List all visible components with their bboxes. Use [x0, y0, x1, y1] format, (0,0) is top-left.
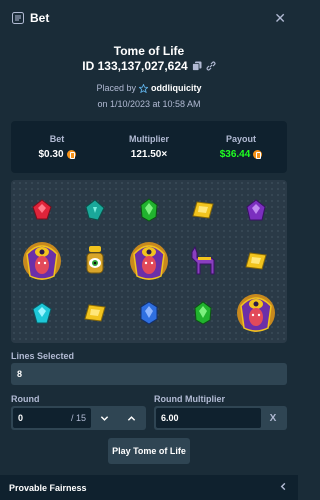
stat-multiplier-label: Multiplier	[129, 134, 169, 144]
lines-selected-value: 8	[17, 369, 23, 379]
chevron-left-icon	[280, 482, 286, 491]
play-game-button[interactable]: Play Tome of Life	[108, 438, 190, 464]
placed-by-label: Placed by	[96, 83, 137, 93]
bet-id: ID 133,137,027,624	[82, 59, 188, 73]
game-name: Tome of Life	[113, 44, 185, 58]
stat-payout-label: Payout	[225, 134, 256, 144]
reel-cell	[15, 236, 69, 288]
round-field: 0 / 15	[11, 406, 146, 430]
close-icon[interactable]: ✕	[274, 10, 286, 27]
bet-stats-panel: Bet $0.30 Multiplier 121.50× Payout $36.…	[11, 121, 287, 173]
reel-cell	[122, 287, 176, 339]
stat-bet-label: Bet	[49, 134, 65, 144]
reel-cell	[176, 236, 230, 288]
reel-grid	[11, 180, 287, 343]
round-total: / 15	[70, 413, 86, 423]
gem-diamond-icon	[85, 199, 106, 221]
cyan-gem-icon	[32, 302, 52, 324]
stat-bet-value-row: $0.30	[38, 149, 76, 160]
link-icon[interactable]	[206, 61, 216, 71]
reel-cell	[69, 184, 123, 236]
reel-cell	[176, 287, 230, 339]
round-value: 0	[18, 413, 24, 423]
blue-gem-icon	[140, 301, 158, 325]
stat-bet: Bet $0.30	[11, 121, 103, 173]
eye-amulet-icon	[86, 246, 104, 274]
lines-selected-field[interactable]: 8	[11, 363, 287, 385]
round-decrement-button[interactable]	[91, 406, 118, 430]
round-label: Round	[11, 394, 40, 404]
yellow-gem-icon	[191, 201, 214, 219]
pharaoh-icon	[237, 294, 276, 333]
jackal-icon	[191, 246, 215, 275]
purple-gem-icon	[246, 199, 266, 221]
provable-fairness-toggle[interactable]: Provable Fairness	[0, 475, 298, 500]
stat-bet-value: $0.30	[38, 149, 64, 160]
username-link[interactable]: oddliquicity	[151, 83, 202, 93]
round-input[interactable]: 0 / 15	[13, 408, 91, 428]
lines-selected-label: Lines Selected	[11, 351, 75, 361]
round-multiplier-field: 6.00 X	[154, 406, 287, 430]
multiplier-x-icon: X	[269, 412, 277, 424]
provable-fairness-label: Provable Fairness	[9, 482, 87, 493]
reel-cell	[229, 287, 283, 339]
bitcoin-icon	[66, 150, 76, 159]
reel-cell	[15, 184, 69, 236]
reel-cell	[69, 287, 123, 339]
modal-header: Bet ✕	[0, 0, 298, 36]
bet-id-row: ID 133,137,027,624	[0, 59, 298, 73]
chevron-down-icon	[100, 415, 109, 421]
stat-payout-value-row: $36.44	[220, 149, 263, 160]
stat-multiplier: Multiplier 121.50×	[103, 121, 195, 173]
yellow-gem-icon	[245, 252, 267, 271]
placed-by-row: Placed by oddliquicity	[0, 83, 298, 93]
round-multiplier-input[interactable]: 6.00	[156, 408, 261, 428]
round-multiplier-label: Round Multiplier	[154, 394, 225, 404]
round-multiplier-value: 6.00	[161, 413, 179, 423]
stat-payout-value: $36.44	[219, 149, 251, 160]
green-gem-icon	[194, 301, 212, 325]
stat-payout: Payout $36.44	[195, 121, 287, 173]
red-gem-icon	[32, 199, 52, 220]
reel-cell	[229, 184, 283, 236]
reel-cell	[122, 184, 176, 236]
reel-cell	[176, 184, 230, 236]
copy-icon[interactable]	[191, 61, 202, 71]
bitcoin-icon	[253, 150, 263, 159]
yellow-gem-icon	[84, 304, 107, 322]
reel-cell	[122, 236, 176, 288]
reel-cell	[69, 236, 123, 288]
chevron-up-icon	[127, 415, 136, 421]
placed-on: on 1/10/2023 at 10:58 AM	[97, 99, 201, 109]
reel-cell	[15, 287, 69, 339]
pharaoh-icon	[22, 242, 61, 281]
pharaoh-icon	[129, 242, 168, 281]
reel-cell	[229, 236, 283, 288]
vip-star-icon	[139, 83, 149, 93]
green-gem-icon	[140, 198, 158, 222]
stat-multiplier-value: 121.50×	[130, 149, 168, 160]
ticket-icon	[12, 12, 24, 24]
round-increment-button[interactable]	[118, 406, 145, 430]
modal-title: Bet	[30, 11, 50, 25]
